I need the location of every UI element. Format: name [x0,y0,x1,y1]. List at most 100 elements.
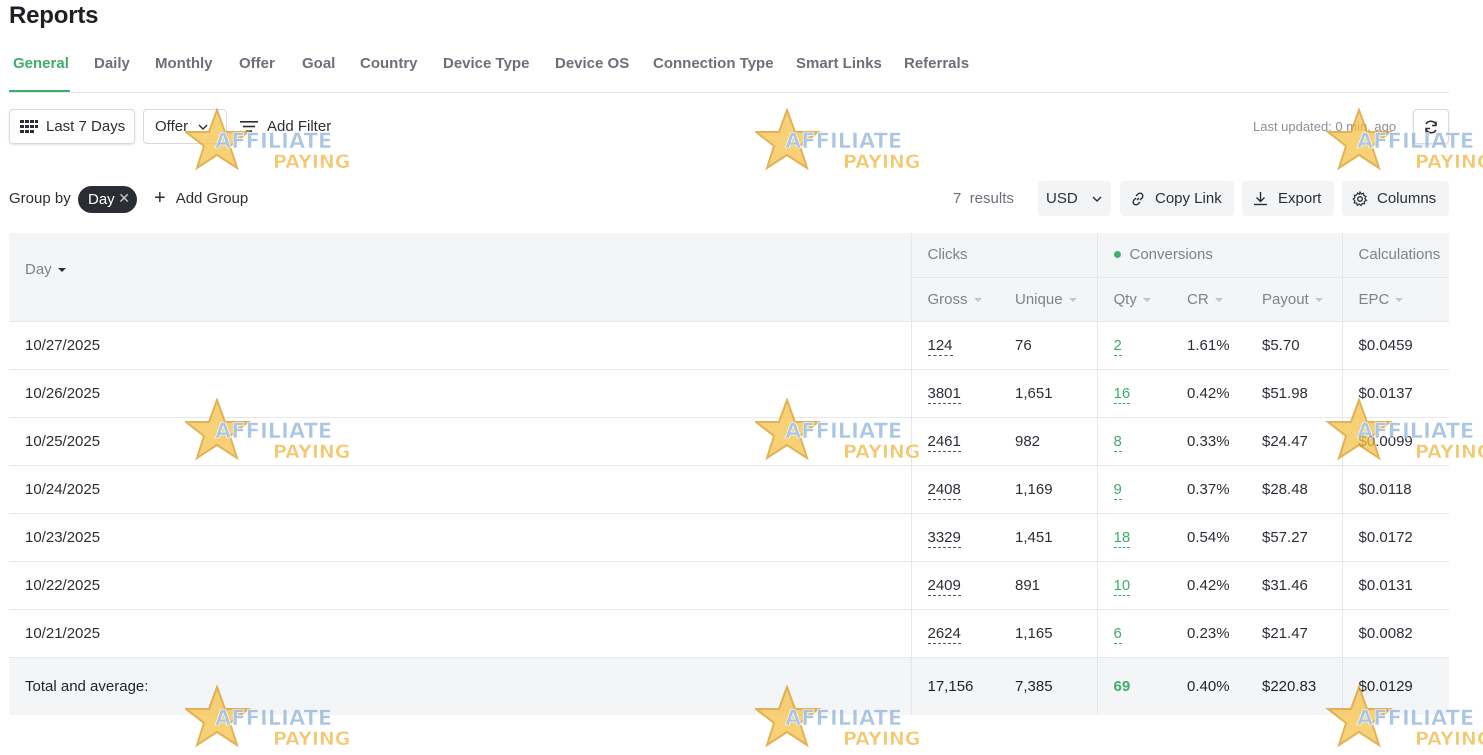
unique-column-header[interactable]: Unique [999,276,1097,321]
cr-cell: 0.23% [1171,608,1246,657]
epc-cell: $0.0118 [1341,464,1450,513]
sort-icon [1214,297,1223,302]
conversions-qty-link[interactable]: 8 [1113,432,1122,452]
gross-clicks-link[interactable]: 2624 [927,624,961,644]
gross-clicks-link[interactable]: 124 [927,336,953,356]
payout-header-label: Payout [1262,290,1309,308]
tab-device-type[interactable]: Device Type [443,55,529,72]
qty-cell: 6 [1096,608,1171,657]
add-filter-button[interactable]: Add Filter [240,118,331,135]
gross-clicks-link[interactable]: 2461 [927,432,961,452]
gross-column-header[interactable]: Gross [910,276,999,321]
cr-header-label: CR [1187,290,1209,308]
gross-cell: 2624 [910,608,999,657]
watermark-logo: AFFILIATE PAYING [755,108,921,173]
refresh-icon [1425,119,1437,134]
chevron-down-icon [1092,196,1102,202]
table-row: 10/23/2025 3329 1,451 18 0.54% $57.27 $0… [9,512,1450,561]
day-cell: 10/22/2025 [9,560,911,609]
tab-general[interactable]: General [13,55,69,72]
tab-device-os[interactable]: Device OS [555,55,629,72]
group-chip-day[interactable]: Day ✕ [78,186,137,213]
qty-cell: 9 [1096,464,1171,513]
totals-label: Total and average: [9,656,911,715]
add-group-button[interactable]: + Add Group [154,188,248,208]
sort-icon [1142,297,1151,302]
refresh-button[interactable] [1413,109,1449,144]
sort-icon [973,297,982,302]
cr-cell: 0.54% [1171,512,1246,561]
copy-link-button[interactable]: Copy Link [1120,181,1234,216]
epc-column-header[interactable]: EPC [1341,276,1450,321]
sort-icon [1068,297,1077,302]
conversions-qty-link[interactable]: 10 [1113,576,1131,596]
tab-referrals[interactable]: Referrals [904,55,969,72]
offer-filter-select[interactable]: Offer [143,109,227,144]
conversions-qty-link[interactable]: 9 [1113,480,1122,500]
gross-clicks-link[interactable]: 3329 [927,528,961,548]
gross-cell: 2408 [910,464,999,513]
qty-cell: 2 [1096,320,1171,369]
tab-goal[interactable]: Goal [302,55,335,72]
qty-cell: 18 [1096,512,1171,561]
conversions-group-header: Conversions [1096,233,1343,277]
group-by-label: Group by [9,190,71,207]
cr-cell: 0.42% [1171,368,1246,417]
remove-group-icon[interactable]: ✕ [118,190,130,207]
gross-clicks-link[interactable]: 2408 [927,480,961,500]
chevron-down-icon [198,124,208,130]
tab-offer[interactable]: Offer [239,55,275,72]
day-cell: 10/23/2025 [9,512,911,561]
tab-daily[interactable]: Daily [94,55,130,72]
sort-icon [1395,297,1404,302]
filter-lines-icon [240,121,258,132]
unique-header-label: Unique [1015,290,1063,308]
date-range-button[interactable]: Last 7 Days [9,109,135,144]
cr-cell: 1.61% [1171,320,1246,369]
tab-monthly[interactable]: Monthly [155,55,213,72]
svg-text:PAYING: PAYING [843,151,920,173]
clicks-group-label: Clicks [927,246,968,264]
payout-column-header[interactable]: Payout [1246,276,1343,321]
unique-cell: 982 [999,416,1097,465]
total-payout: $220.83 [1246,656,1343,715]
conversions-qty-link[interactable]: 2 [1113,336,1122,356]
tab-connection-type[interactable]: Connection Type [653,55,774,72]
export-button[interactable]: Export [1242,181,1334,216]
total-unique: 7,385 [999,656,1097,715]
report-tabs: General Daily Monthly Offer Goal Country… [9,44,1449,93]
cr-cell: 0.37% [1171,464,1246,513]
day-column-header[interactable]: Day [9,233,911,321]
sort-icon [1314,297,1323,302]
qty-cell: 16 [1096,368,1171,417]
payout-cell: $24.47 [1246,416,1343,465]
gross-clicks-link[interactable]: 3801 [927,384,961,404]
conversions-qty-link[interactable]: 18 [1113,528,1131,548]
svg-text:PAYING: PAYING [843,728,920,750]
add-filter-label: Add Filter [267,118,332,135]
day-cell: 10/26/2025 [9,368,911,417]
conversions-qty-link[interactable]: 16 [1113,384,1131,404]
qty-cell: 8 [1096,416,1171,465]
qty-column-header[interactable]: Qty [1096,276,1171,321]
conversions-qty-link[interactable]: 6 [1113,624,1122,644]
cr-column-header[interactable]: CR [1171,276,1246,321]
unique-cell: 1,165 [999,608,1097,657]
gross-clicks-link[interactable]: 2409 [927,576,961,596]
tab-country[interactable]: Country [360,55,418,72]
unique-cell: 1,451 [999,512,1097,561]
columns-label: Columns [1377,190,1437,207]
page-title: Reports [9,2,99,29]
results-label: results [969,190,1014,207]
currency-select[interactable]: USD [1038,181,1111,216]
status-dot-icon [1113,250,1121,258]
day-cell: 10/27/2025 [9,320,911,369]
columns-button[interactable]: Columns [1342,181,1449,216]
calendar-grid-icon [20,119,38,133]
payout-cell: $21.47 [1246,608,1343,657]
payout-cell: $51.98 [1246,368,1343,417]
qty-header-label: Qty [1113,290,1137,308]
tab-smart-links[interactable]: Smart Links [796,55,882,72]
download-icon [1254,191,1267,205]
conversions-group-label: Conversions [1129,246,1213,264]
